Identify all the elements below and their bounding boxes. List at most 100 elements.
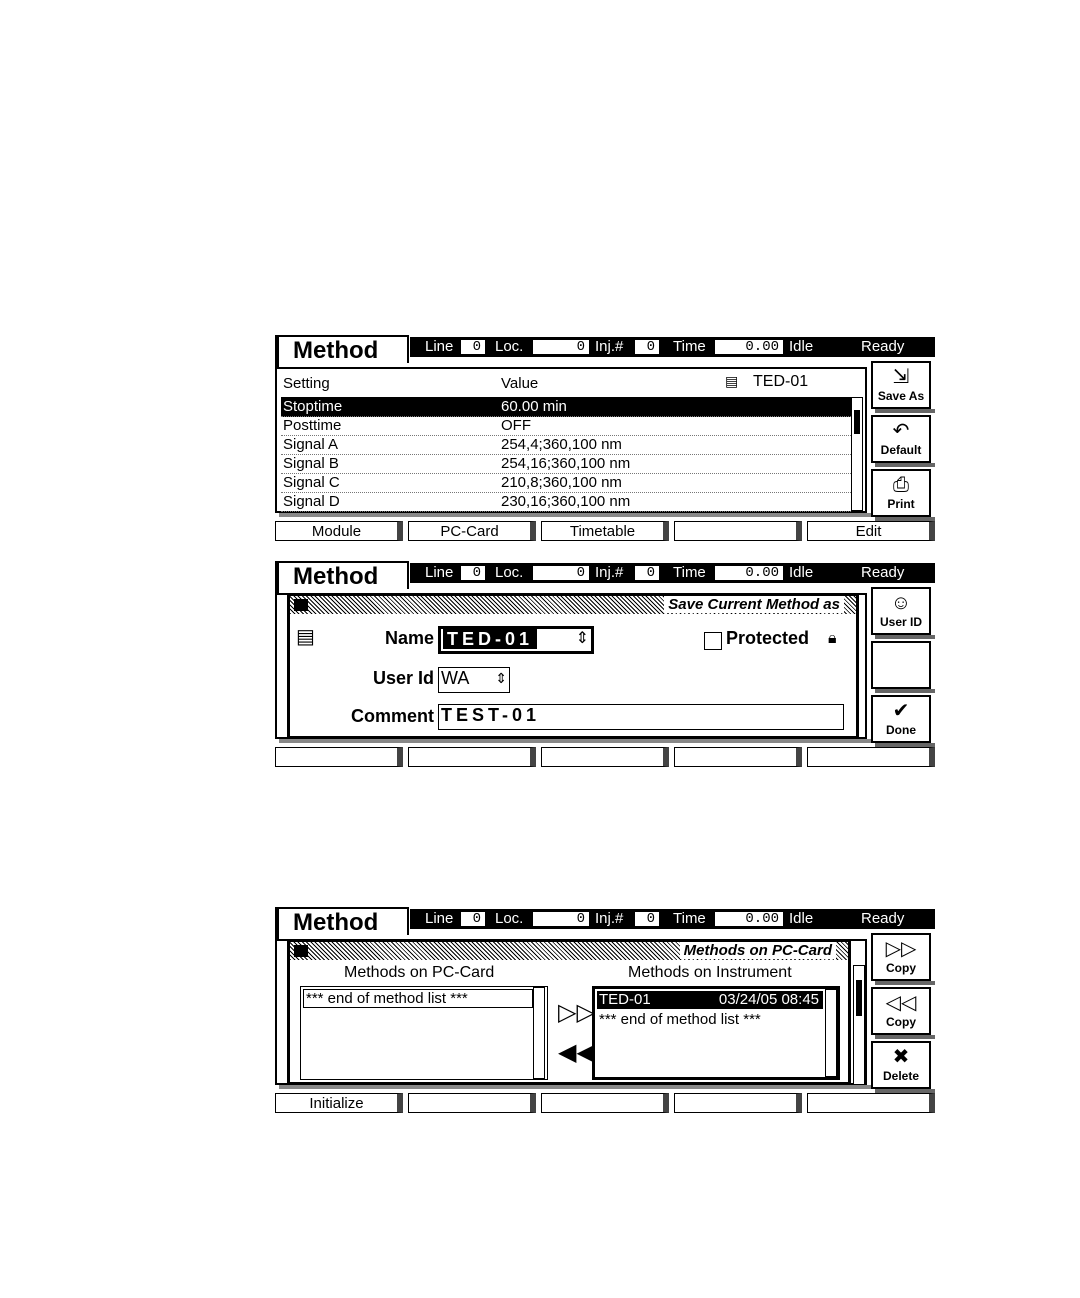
table-row[interactable]: Signal A 254,4;360,100 nm: [281, 435, 851, 455]
dialog-title: Methods on PC-Card: [290, 942, 848, 960]
save-as-label: Save As: [877, 389, 925, 403]
empty-key[interactable]: [541, 1093, 669, 1113]
print-label: Print: [887, 497, 915, 511]
loc-value: 0: [533, 912, 589, 926]
method-screen-pc-card: Method Line 0 Loc. 0 Inj.# 0 Time 0.00 I…: [275, 907, 935, 1117]
pc-card-key[interactable]: PC-Card: [408, 521, 536, 541]
empty-key[interactable]: [674, 521, 802, 541]
timetable-key[interactable]: Timetable: [541, 521, 669, 541]
outer-scrollbar[interactable]: [853, 965, 865, 1085]
status-text: Ready: [861, 564, 905, 581]
table-row[interactable]: Signal B 254,16;360,100 nm: [281, 454, 851, 474]
loc-value: 0: [533, 566, 589, 580]
comment-label: Comment: [350, 706, 434, 726]
name-value: TED-01: [443, 629, 538, 649]
empty-key[interactable]: [807, 747, 935, 767]
comment-field[interactable]: TEST-01: [438, 704, 844, 730]
empty-key[interactable]: [275, 747, 403, 767]
copy-right-icon: ▷▷: [885, 938, 917, 960]
line-label: Line: [425, 910, 454, 927]
copy-right-icon: ▷▷: [558, 999, 595, 1026]
button-shadow: [875, 463, 935, 467]
empty-key[interactable]: [674, 1093, 802, 1113]
save-as-icon: ⇲: [892, 366, 910, 388]
time-label: Time: [673, 564, 706, 581]
name-label: Name: [384, 628, 434, 648]
method-screen-save: Method Line 0 Loc. 0 Inj.# 0 Time 0.00 I…: [275, 561, 935, 771]
page-title: Method: [275, 335, 409, 367]
save-as-button[interactable]: ⇲ Save As: [871, 361, 931, 409]
empty-key[interactable]: [541, 747, 669, 767]
settings-scrollbar[interactable]: [851, 397, 863, 511]
function-keys: Module PC-Card Timetable Edit: [275, 521, 935, 543]
current-method-name: TED-01: [753, 373, 809, 390]
empty-key[interactable]: [408, 1093, 536, 1113]
name-field[interactable]: TED-01 ⇕: [438, 626, 594, 654]
idle-label: Idle: [789, 564, 814, 581]
loc-label: Loc.: [495, 910, 524, 927]
row-value: 60.00 min: [501, 398, 567, 415]
table-row[interactable]: Stoptime 60.00 min: [281, 397, 851, 417]
checkmark-icon: ✔: [892, 700, 910, 722]
printer-icon: ⎙: [893, 474, 909, 496]
loc-label: Loc.: [495, 564, 524, 581]
blank-side-button[interactable]: [871, 641, 931, 689]
col-value-header: Value: [501, 375, 539, 392]
method-icon: ▤: [725, 373, 739, 389]
dialog-menu-icon[interactable]: [294, 599, 308, 611]
panel-shadow: [279, 513, 873, 517]
line-label: Line: [425, 564, 454, 581]
loc-value: 0: [533, 340, 589, 354]
time-value: 0.00: [715, 912, 783, 926]
scrollbar-thumb[interactable]: [856, 980, 862, 1016]
userid-field[interactable]: WA ⇕: [438, 667, 510, 693]
time-label: Time: [673, 910, 706, 927]
protected-checkbox[interactable]: [704, 632, 722, 650]
scrollbar-thumb[interactable]: [854, 410, 860, 434]
copy-to-card-button[interactable]: ◁◁ Copy: [871, 987, 931, 1035]
table-row[interactable]: Posttime OFF: [281, 416, 851, 436]
method-screen-settings: Method Line 0 Loc. 0 Inj.# 0 Time 0.00 I…: [275, 335, 935, 545]
default-button[interactable]: ↶ Default: [871, 415, 931, 463]
inj-value: 0: [635, 566, 659, 580]
inj-label: Inj.#: [595, 564, 624, 581]
row-setting: Signal C: [283, 474, 340, 491]
module-key[interactable]: Module: [275, 521, 403, 541]
list-item[interactable]: TED-01 03/24/05 08:45: [597, 991, 823, 1009]
empty-key[interactable]: [674, 747, 802, 767]
left-list-header: Methods on PC-Card: [344, 964, 495, 981]
done-button[interactable]: ✔ Done: [871, 695, 931, 743]
line-label: Line: [425, 338, 454, 355]
empty-key[interactable]: [408, 747, 536, 767]
list-item[interactable]: *** end of method list ***: [597, 1011, 835, 1028]
done-label: Done: [886, 723, 916, 737]
dialog-title-text: Save Current Method as: [664, 596, 844, 613]
right-scrollbar[interactable]: [825, 989, 837, 1077]
row-value: OFF: [501, 417, 531, 434]
edit-key[interactable]: Edit: [807, 521, 935, 541]
list-item[interactable]: *** end of method list ***: [303, 989, 533, 1008]
row-setting: Signal D: [283, 493, 340, 510]
function-keys: [275, 747, 935, 769]
settings-panel: Setting Value ▤ TED-01 Stoptime 60.00 mi…: [275, 367, 867, 513]
pc-card-method-list[interactable]: *** end of method list ***: [300, 986, 548, 1080]
dropdown-arrow-icon[interactable]: ⇕: [576, 629, 589, 649]
table-row[interactable]: Signal C 210,8;360,100 nm: [281, 473, 851, 493]
empty-key[interactable]: [807, 1093, 935, 1113]
left-scrollbar[interactable]: [533, 987, 545, 1079]
row-setting: Posttime: [283, 417, 342, 434]
instrument-method-list[interactable]: TED-01 03/24/05 08:45 *** end of method …: [592, 986, 840, 1080]
initialize-key[interactable]: Initialize: [275, 1093, 403, 1113]
copy-to-instrument-button[interactable]: ▷▷ Copy: [871, 933, 931, 981]
spin-icon[interactable]: ⇕: [495, 668, 507, 688]
user-id-button[interactable]: ☺ User ID: [871, 587, 931, 635]
row-setting: Signal A: [283, 436, 339, 453]
method-icon: ▤: [296, 626, 315, 648]
table-row[interactable]: Signal D 230,16;360,100 nm: [281, 492, 851, 512]
user-id-label: User ID: [879, 615, 923, 629]
print-button[interactable]: ⎙ Print: [871, 469, 931, 517]
userid-label: User Id: [372, 668, 434, 688]
delete-button[interactable]: ✖ Delete: [871, 1041, 931, 1089]
dialog-menu-icon[interactable]: [294, 945, 308, 957]
row-value: 230,16;360,100 nm: [501, 493, 631, 510]
